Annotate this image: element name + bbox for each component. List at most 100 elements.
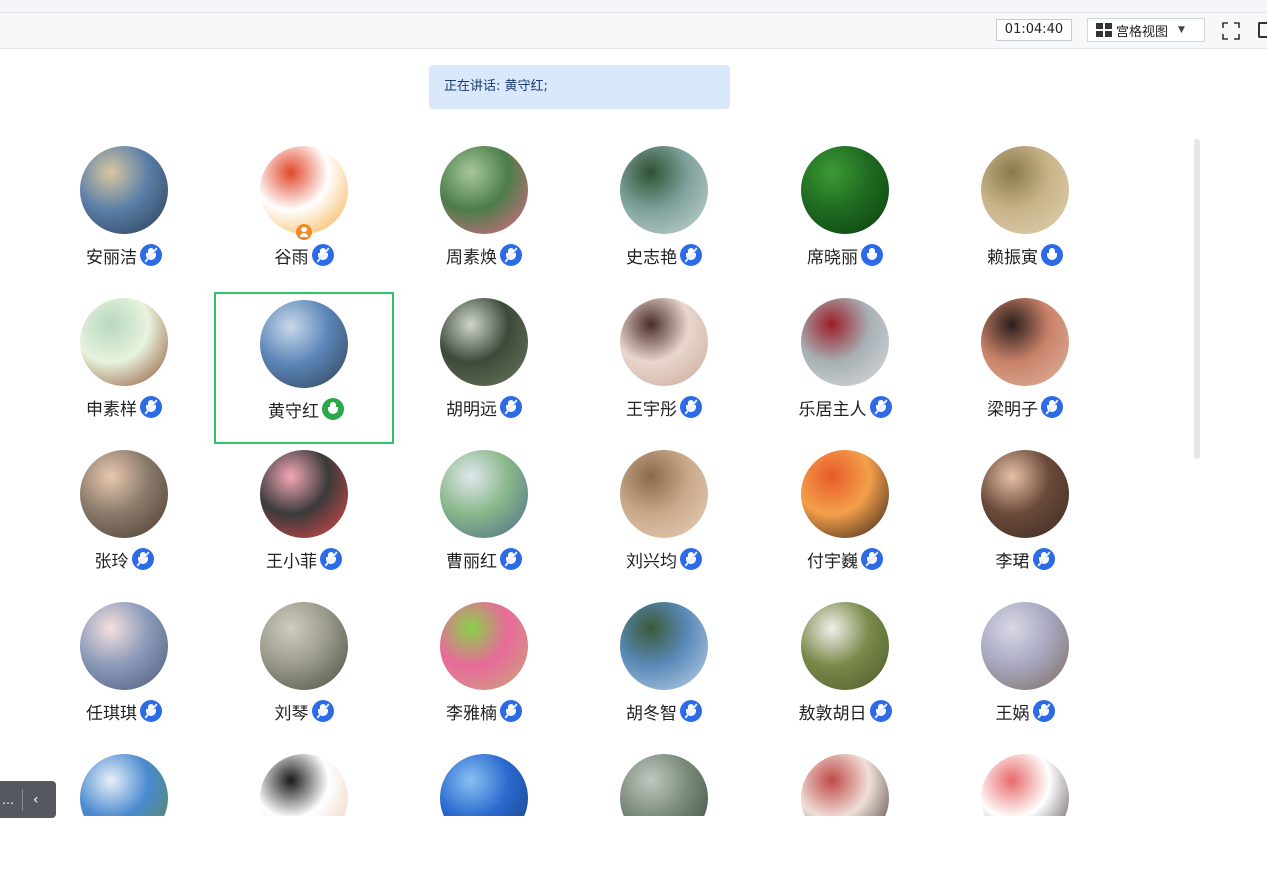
meeting-timer: 01:04:40 xyxy=(996,19,1072,41)
mic-muted-icon[interactable] xyxy=(140,244,162,266)
avatar-blue-photo xyxy=(440,754,528,816)
participant-name: 刘琴 xyxy=(274,703,309,724)
mic-muted-icon[interactable] xyxy=(140,396,162,418)
participant-tile[interactable] xyxy=(935,738,1115,816)
participant-tile[interactable]: 乐居主人 xyxy=(755,282,935,434)
mic-muted-icon[interactable] xyxy=(140,700,162,722)
participant-name: 付宇巍 xyxy=(807,551,858,572)
participant-tile[interactable]: 刘琴 xyxy=(214,586,394,738)
participant-name: 李雅楠 xyxy=(446,703,497,724)
mic-muted-icon[interactable] xyxy=(500,700,522,722)
participant-name-row: 胡明远 xyxy=(394,394,574,420)
participant-tile[interactable]: 李雅楠 xyxy=(394,586,574,738)
participant-tile[interactable]: 王小菲 xyxy=(214,434,394,586)
participant-tile[interactable]: 胡冬智 xyxy=(574,586,754,738)
participant-tile[interactable]: 付宇巍 xyxy=(755,434,935,586)
participant-tile[interactable] xyxy=(394,738,574,816)
participant-name: 刘兴均 xyxy=(626,551,677,572)
participant-name: 梁明子 xyxy=(987,399,1038,420)
collapse-panel-button[interactable]: … ‹ xyxy=(0,781,56,818)
avatar-pink-flower xyxy=(440,146,528,234)
participant-tile[interactable]: 梁明子 xyxy=(935,282,1115,434)
mic-muted-icon[interactable] xyxy=(1041,396,1063,418)
mic-muted-icon[interactable] xyxy=(500,244,522,266)
participant-tile[interactable]: 安丽洁 xyxy=(34,130,214,282)
participant-name: 谷雨 xyxy=(274,247,309,268)
avatar-sketch-kids xyxy=(620,450,708,538)
avatar-girl-illustration xyxy=(80,298,168,386)
participant-tile[interactable] xyxy=(214,738,394,816)
participant-tile[interactable]: 席晓丽 xyxy=(755,130,935,282)
participant-name-row: 赖振寅 xyxy=(935,242,1115,268)
grid-scrollbar[interactable] xyxy=(1194,139,1200,459)
mic-muted-icon[interactable] xyxy=(680,396,702,418)
participant-name: 王小菲 xyxy=(266,551,317,572)
participant-name: 张玲 xyxy=(94,551,129,572)
participant-tile[interactable] xyxy=(755,738,935,816)
mic-muted-icon[interactable] xyxy=(680,548,702,570)
mic-muted-icon[interactable] xyxy=(869,396,892,418)
participant-tile[interactable]: 刘兴均 xyxy=(574,434,754,586)
participant-name: 黄守红 xyxy=(268,401,319,422)
participant-tile[interactable]: 申素样 xyxy=(34,282,214,434)
participant-tile[interactable]: 胡明远 xyxy=(394,282,574,434)
participant-name-row: 史志艳 xyxy=(574,242,754,268)
participant-name-row: 付宇巍 xyxy=(755,546,935,572)
grid-view-icon xyxy=(1096,23,1112,37)
mic-muted-icon[interactable] xyxy=(500,396,522,418)
participant-tile[interactable]: 王娲 xyxy=(935,586,1115,738)
participant-tile[interactable]: 赖振寅 xyxy=(935,130,1115,282)
participant-name-row: 胡冬智 xyxy=(574,698,754,724)
participant-grid: 安丽洁 谷雨 周素焕 史志艳 席晓丽 赖振寅申素样 黄守红 胡明远 王宇彤 乐居主人 梁明子张玲 王小… xyxy=(0,130,1190,816)
mic-muted-icon[interactable] xyxy=(311,700,334,722)
avatar-wine-glass xyxy=(801,298,889,386)
grid-view-dropdown[interactable]: 宫格视图 ▼ xyxy=(1087,18,1205,42)
participant-name: 胡明远 xyxy=(446,399,497,420)
mic-muted-icon[interactable] xyxy=(869,700,892,722)
speaking-indicator-banner: 正在讲话: 黄守红; xyxy=(429,65,730,109)
participant-tile[interactable] xyxy=(34,738,214,816)
participant-tile[interactable]: 曹丽红 xyxy=(394,434,574,586)
avatar-lake-trees xyxy=(620,146,708,234)
participant-tile[interactable]: 周素焕 xyxy=(394,130,574,282)
participant-name-row: 刘琴 xyxy=(214,698,394,724)
participant-name: 任琪琪 xyxy=(86,703,137,724)
participant-tile[interactable]: 李珺 xyxy=(935,434,1115,586)
participant-name: 胡冬智 xyxy=(626,703,677,724)
participant-name: 席晓丽 xyxy=(807,247,858,268)
side-panel-icon[interactable] xyxy=(1258,22,1267,38)
mic-muted-icon[interactable] xyxy=(861,548,883,570)
mic-icon[interactable] xyxy=(1041,244,1063,266)
participant-name-row: 张玲 xyxy=(34,546,214,572)
mic-muted-icon[interactable] xyxy=(320,548,342,570)
participant-name-row: 席晓丽 xyxy=(755,242,935,268)
participant-tile[interactable]: 敖敦胡日 xyxy=(755,586,935,738)
participant-tile[interactable]: 任琪琪 xyxy=(34,586,214,738)
mic-muted-icon[interactable] xyxy=(311,244,334,266)
mic-muted-icon[interactable] xyxy=(680,700,702,722)
mic-muted-icon[interactable] xyxy=(500,548,522,570)
avatar-tree-photo xyxy=(620,754,708,816)
mic-muted-icon[interactable] xyxy=(131,548,154,570)
participant-name: 安丽洁 xyxy=(86,247,137,268)
mic-icon[interactable] xyxy=(861,244,883,266)
mic-muted-icon[interactable] xyxy=(1032,548,1055,570)
avatar-mountain-sky xyxy=(80,754,168,816)
participant-tile[interactable]: 张玲 xyxy=(34,434,214,586)
participant-tile[interactable]: 黄守红 xyxy=(214,292,394,444)
mic-icon[interactable] xyxy=(322,398,344,420)
participant-name: 申素样 xyxy=(86,399,137,420)
participant-tile[interactable]: 王宇彤 xyxy=(574,282,754,434)
fullscreen-icon[interactable] xyxy=(1222,22,1240,40)
participant-tile[interactable]: 谷雨 xyxy=(214,130,394,282)
mic-muted-icon[interactable] xyxy=(680,244,702,266)
chevron-down-icon: ▼ xyxy=(1178,25,1185,35)
participant-tile[interactable] xyxy=(574,738,754,816)
avatar-table-photo xyxy=(440,298,528,386)
participant-tile[interactable]: 史志艳 xyxy=(574,130,754,282)
participant-name-row: 刘兴均 xyxy=(574,546,754,572)
mic-muted-icon[interactable] xyxy=(1032,700,1055,722)
more-dots: … xyxy=(2,792,14,807)
participant-name: 赖振寅 xyxy=(987,247,1038,268)
participant-name: 王宇彤 xyxy=(626,399,677,420)
